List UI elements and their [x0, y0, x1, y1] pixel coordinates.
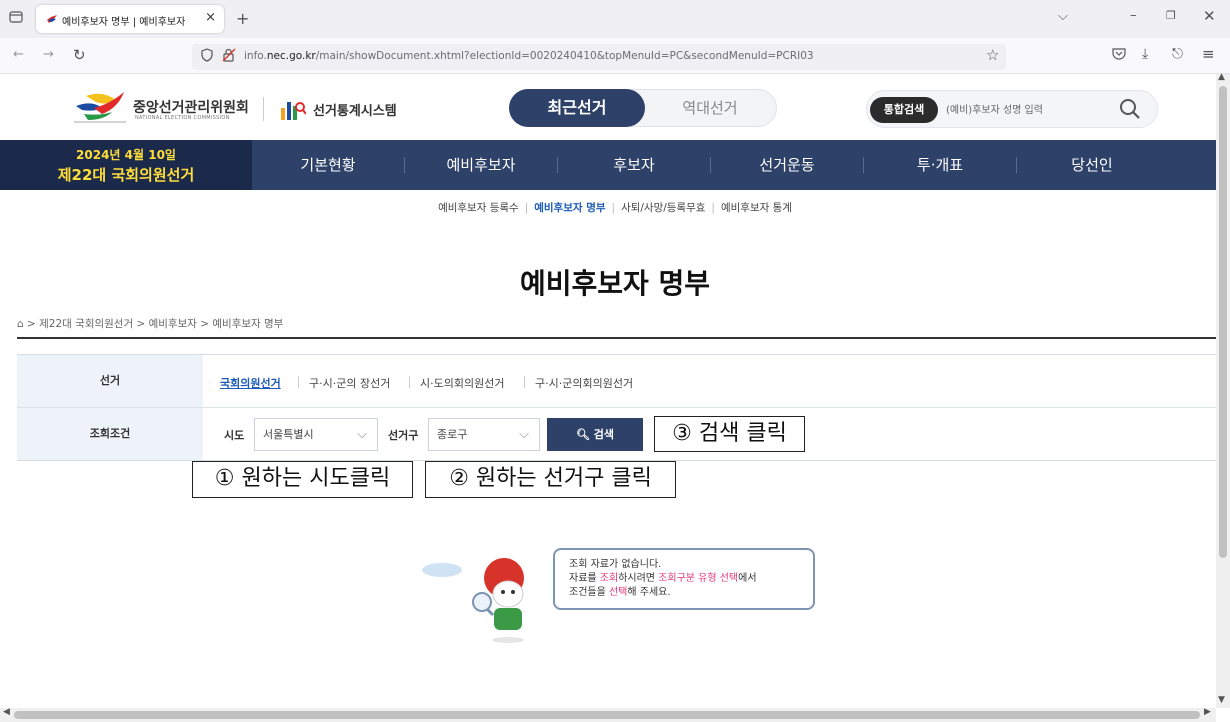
logo-subtitle: NATIONAL ELECTION COMMISSION — [135, 115, 230, 121]
close-icon[interactable]: × — [205, 10, 216, 25]
tab-list-icon[interactable] — [9, 10, 23, 28]
election-type-national-assembly[interactable]: 국회의원선거 — [220, 375, 281, 391]
nav-preliminary-candidates[interactable]: 예비후보자 — [405, 140, 557, 190]
scroll-down-icon[interactable]: ▼ — [1218, 695, 1225, 705]
home-icon[interactable]: ⌂ — [17, 318, 24, 330]
sido-value: 서울특별시 — [263, 428, 314, 441]
subnav-statistics[interactable]: 예비후보자 통계 — [721, 200, 792, 215]
search-button-label: 검색 — [593, 428, 615, 441]
back-icon[interactable]: ← — [13, 47, 24, 62]
toggle-recent-election[interactable]: 최근선거 — [509, 89, 645, 127]
subnav-candidate-list[interactable]: 예비후보자 명부 — [534, 200, 605, 215]
subnav-withdrawn[interactable]: 사퇴/사망/등록무효 — [621, 200, 705, 215]
election-type-separator — [298, 376, 299, 388]
sido-label: 시도 — [224, 429, 245, 442]
election-type-provincial-council[interactable]: 시·도의회의원선거 — [420, 375, 504, 391]
download-icon[interactable]: ⤓ — [1142, 46, 1148, 62]
system-title: 선거통계시스템 — [313, 104, 397, 119]
reload-icon[interactable]: ↻ — [73, 46, 86, 64]
district-select[interactable]: 종로구 ⌵ — [428, 418, 540, 451]
page-title: 예비후보자 명부 — [519, 267, 711, 300]
window-close-icon[interactable]: ✕ — [1203, 7, 1216, 25]
election-type-separator — [524, 376, 525, 388]
search-icon[interactable] — [1114, 94, 1146, 124]
election-type-mayor[interactable]: 구·시·군의 장선거 — [309, 375, 390, 391]
search-icon: 🔍︎ — [575, 428, 590, 441]
breadcrumb-path: > 제22대 국회의원선거 > 예비후보자 > 예비후보자 명부 — [27, 318, 284, 330]
empty-line2: 자료를 조회하시려면 조회구분 유형 선택에서 — [569, 572, 799, 586]
favicon — [47, 15, 57, 23]
chevron-down-icon: ⌵ — [519, 427, 529, 442]
nav-elected[interactable]: 당선인 — [1017, 140, 1167, 190]
empty-text: 조건들을 — [569, 587, 609, 598]
new-tab-icon[interactable]: + — [236, 9, 249, 28]
empty-state-message: 조회 자료가 없습니다. 자료를 조회하시려면 조회구분 유형 선택에서 조건들… — [553, 548, 815, 610]
empty-highlight: 조회구분 유형 선택 — [658, 573, 739, 584]
title-divider — [17, 337, 1216, 339]
empty-text: 자료를 — [569, 573, 600, 584]
callout-step1: ① 원하는 시도클릭 — [192, 461, 413, 498]
restore-icon[interactable]: ❐ — [1166, 9, 1176, 22]
empty-highlight: 조회 — [599, 573, 619, 584]
subnav-separator: | — [524, 202, 529, 214]
forward-icon[interactable]: → — [43, 47, 54, 62]
pocket-icon[interactable] — [1112, 47, 1126, 64]
nec-logo-icon[interactable] — [72, 86, 128, 126]
callout-step2: ② 원하는 선거구 클릭 — [425, 461, 676, 498]
chevron-down-icon: ⌵ — [357, 427, 367, 442]
election-type-local-council[interactable]: 구·시·군의회의원선거 — [535, 375, 633, 391]
chevron-down-icon[interactable]: ⌵ — [1058, 9, 1068, 24]
share-icon[interactable]: ⎋ — [1172, 46, 1183, 62]
search-button[interactable]: 🔍︎ 검색 — [547, 418, 643, 451]
empty-text: 에서 — [738, 573, 757, 584]
url-text: info.nec.go.kr/main/showDocument.xhtml?e… — [244, 50, 814, 62]
scroll-right-icon[interactable]: ▶ — [1204, 707, 1211, 717]
election-label: 선거 — [17, 355, 203, 407]
nav-voting-counting[interactable]: 투·개표 — [864, 140, 1016, 190]
empty-line1: 조회 자료가 없습니다. — [569, 559, 662, 570]
breadcrumb: ⌂ > 제22대 국회의원선거 > 예비후보자 > 예비후보자 명부 — [17, 316, 283, 331]
tab-title: 예비후보자 명부 | 예비후보자 — [62, 17, 186, 28]
election-name: 제22대 국회의원선거 — [57, 166, 195, 184]
condition-label: 조회조건 — [17, 408, 203, 460]
election-date-banner[interactable]: 2024년 4월 10일 제22대 국회의원선거 — [0, 140, 252, 190]
subnav-separator: | — [711, 202, 715, 214]
menu-icon[interactable]: ≡ — [1202, 45, 1215, 63]
shield-icon[interactable] — [201, 48, 213, 66]
nav-campaign[interactable]: 선거운동 — [711, 140, 863, 190]
election-date: 2024년 4월 10일 — [76, 148, 176, 162]
horizontal-scroll-thumb[interactable] — [14, 711, 1200, 719]
election-type-separator — [409, 376, 410, 388]
sido-select[interactable]: 서울특별시 ⌵ — [254, 418, 378, 451]
url-domain: nec.go.kr — [266, 50, 316, 62]
url-path: /main/showDocument.xhtml?electionId=0020… — [315, 50, 814, 62]
empty-text: 하시려면 — [618, 573, 659, 584]
integrated-search-badge: 통합검색 — [870, 97, 938, 123]
empty-highlight: 선택 — [608, 587, 628, 598]
mascot-illustration — [422, 558, 524, 643]
empty-line3: 조건들을 선택해 주세요. — [569, 586, 799, 600]
candidate-search-input[interactable] — [946, 98, 1106, 122]
star-icon[interactable]: ☆ — [986, 46, 999, 64]
district-label: 선거구 — [388, 429, 419, 442]
nav-candidates[interactable]: 후보자 — [558, 140, 710, 190]
sub-nav: 예비후보자 등록수 | 예비후보자 명부 | 사퇴/사망/등록무효 | 예비후보자 통계 — [0, 200, 1230, 215]
scroll-up-icon[interactable]: ▲ — [1218, 72, 1225, 82]
empty-text: 해 주세요. — [627, 587, 671, 598]
nav-basic-status[interactable]: 기본현황 — [252, 140, 404, 190]
scroll-left-icon[interactable]: ◀ — [3, 707, 10, 717]
callout-step3: ③ 검색 클릭 — [654, 416, 805, 452]
subnav-registered-count[interactable]: 예비후보자 등록수 — [438, 200, 519, 215]
url-prefix: info. — [244, 50, 267, 62]
header-divider — [263, 97, 264, 121]
subnav-separator: | — [611, 202, 616, 214]
logo-title: 중앙선거관리위원회 — [133, 100, 249, 116]
minimize-icon[interactable]: – — [1130, 8, 1137, 23]
vertical-scroll-thumb[interactable] — [1219, 86, 1227, 558]
district-value: 종로구 — [437, 428, 468, 441]
lock-warning-icon[interactable] — [222, 48, 236, 66]
statistics-icon — [281, 102, 306, 120]
toggle-past-election[interactable]: 역대선거 — [645, 89, 775, 127]
browser-tab[interactable]: 예비후보자 명부 | 예비후보자 × — [36, 5, 224, 33]
